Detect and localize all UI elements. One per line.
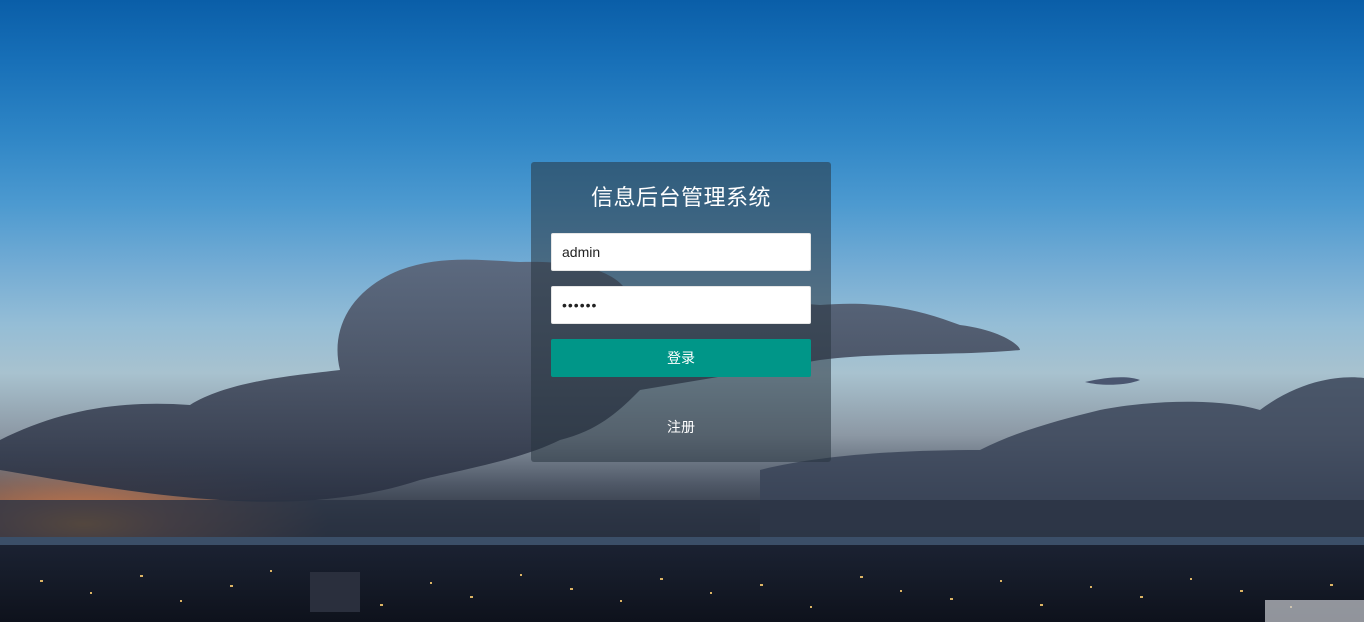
- register-link[interactable]: 注册: [531, 418, 831, 438]
- username-input[interactable]: [551, 233, 811, 271]
- page-title: 信息后台管理系统: [590, 186, 771, 211]
- password-input[interactable]: [551, 286, 811, 324]
- login-button[interactable]: 登录: [551, 339, 811, 377]
- login-panel: 信息后台管理系统 登录 注册: [531, 162, 831, 462]
